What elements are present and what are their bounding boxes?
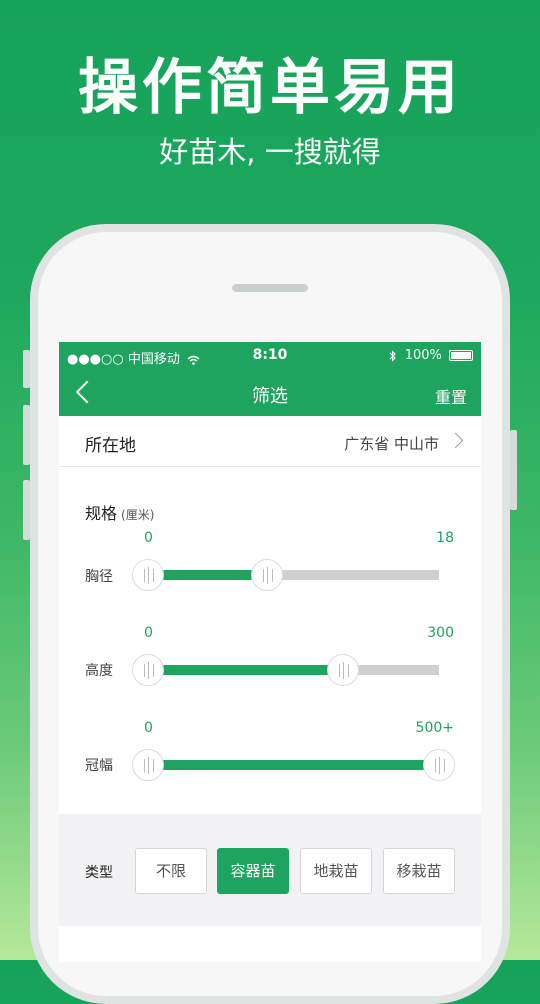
spec-unit: (厘米) [121,508,155,522]
type-label: 类型 [85,865,113,881]
location-value: 广东省 中山市 [344,435,439,453]
next-section [59,926,481,962]
status-right: 100% [389,348,473,363]
slider-max-label: 300 [427,625,454,641]
app-screen: ●●●○○ 中国移动 8:10 100% 筛选 重置 所在地 广东省 中山市 规… [59,342,481,962]
battery-icon [449,350,473,361]
status-bar: ●●●○○ 中国移动 8:10 100% [59,342,481,370]
slider-max-label: 500+ [415,720,454,736]
type-option[interactable]: 不限 [135,848,207,894]
slider-handle-max[interactable] [326,654,359,686]
bluetooth-icon [389,349,396,362]
slider-fill [148,760,439,770]
slider-label: 胸径 [85,569,113,585]
type-filter: 类型 不限 容器苗 地栽苗 移栽苗 [59,814,481,926]
promo-subline: 好苗木, 一搜就得 [159,135,381,169]
location-label: 所在地 [85,436,136,456]
spec-title: 规格 (厘米) [85,500,154,524]
slider-min-label: 0 [144,530,153,546]
page-title: 筛选 [252,386,288,407]
promo-headline: 操作简单易用 [78,53,462,123]
slider-handle-min[interactable] [132,654,164,686]
nav-bar: 筛选 重置 [59,370,481,416]
slider-label: 冠幅 [85,758,113,774]
phone-power-button [510,430,517,510]
reset-button[interactable]: 重置 [435,384,467,408]
location-row[interactable]: 所在地 广东省 中山市 [59,416,481,467]
slider-fill [148,570,268,580]
type-option[interactable]: 地栽苗 [300,848,372,894]
slider-handle-min[interactable] [132,559,164,591]
phone-speaker [232,284,308,292]
chevron-right-icon [447,432,464,449]
phone-side-button [23,350,30,388]
phone-volume-up [23,405,30,465]
phone-volume-down [23,480,30,540]
slider-min-label: 0 [144,720,153,736]
slider-min-label: 0 [144,625,153,641]
slider-label: 高度 [85,663,113,679]
slider-handle-min[interactable] [132,749,164,781]
battery-percent: 100% [404,348,442,363]
type-option[interactable]: 移栽苗 [383,848,455,894]
slider-fill [148,665,343,675]
slider-max-label: 18 [436,530,454,546]
slider-handle-max[interactable] [251,559,284,591]
spec-title-text: 规格 [85,504,118,523]
slider-handle-max[interactable] [423,749,455,781]
type-option[interactable]: 容器苗 [217,848,289,894]
